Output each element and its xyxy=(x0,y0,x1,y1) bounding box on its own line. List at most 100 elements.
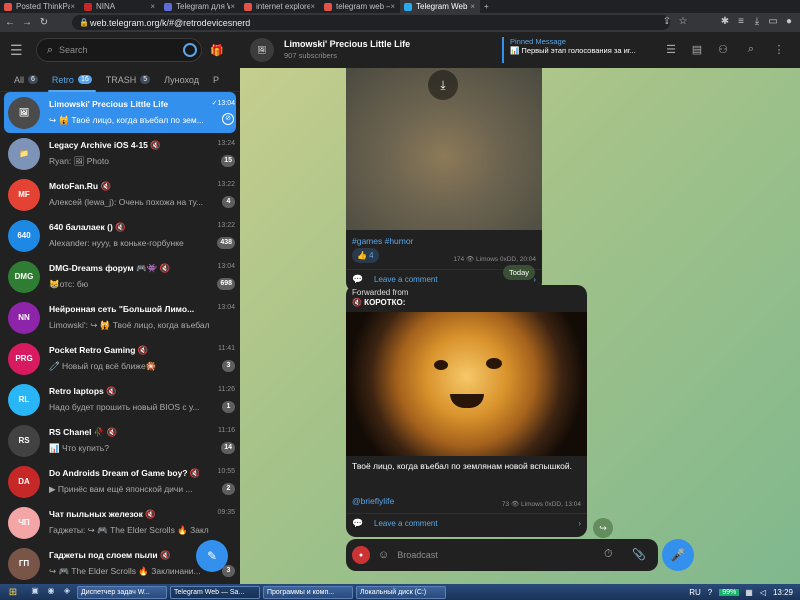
folder-tab-retro[interactable]: Retro 16 xyxy=(47,68,96,92)
sun-photo[interactable] xyxy=(346,312,587,456)
close-icon[interactable]: × xyxy=(390,2,395,11)
star-icon[interactable]: ☆ xyxy=(676,16,690,27)
discussion-icon[interactable]: ▤ xyxy=(690,43,704,56)
emoji-icon[interactable]: ☺ xyxy=(378,549,389,561)
unread-badge: 1 xyxy=(222,400,235,413)
browser-tab-active[interactable]: Telegram Web × xyxy=(400,0,480,13)
avatar[interactable]: ● xyxy=(352,546,370,564)
reload-icon[interactable]: ↻ xyxy=(37,17,51,28)
more-options-icon[interactable]: ⋮ xyxy=(772,43,786,56)
pin-list-icon[interactable]: ☰ xyxy=(664,43,678,56)
reaction-badge[interactable]: 👍 4 xyxy=(352,248,379,263)
unread-badge: 4 xyxy=(222,195,235,208)
gift-icon[interactable]: 🎁 xyxy=(210,44,224,57)
close-icon[interactable]: × xyxy=(150,2,155,11)
chat-time: 09:35 xyxy=(217,508,235,516)
message-composer[interactable]: ● ☺ Broadcast ⏱ 📎 xyxy=(346,539,658,571)
chat-list-item[interactable]: MF MotoFan.Ru 🔇 13:22 Алексей (lewa_j): Оче… xyxy=(4,174,236,215)
forwarded-source[interactable]: 🔇 КОРОТКО: xyxy=(352,298,405,307)
hashtags[interactable]: #games #humor xyxy=(352,236,413,246)
network-icon[interactable]: ▦ xyxy=(745,588,753,597)
browser-tab[interactable]: telegram web — Яндек× xyxy=(320,0,400,13)
chat-preview: Limowski': ↪ 🙀 Твоё лицо, когда въебал..… xyxy=(49,319,209,330)
leave-comment-button[interactable]: 💬 Leave a comment › xyxy=(346,513,587,533)
media-icon[interactable]: ≡ xyxy=(734,16,748,27)
taskbar-button[interactable]: Локальный диск (C:) xyxy=(356,585,446,599)
download-icon[interactable]: ⤓ xyxy=(750,16,764,27)
new-message-button[interactable]: ✎ xyxy=(196,540,228,572)
quicklaunch-icon[interactable]: ◈ xyxy=(60,586,74,598)
search-input[interactable]: ⌕ Search xyxy=(36,38,202,62)
chat-list-item[interactable]: 📁 Legacy Archive iOS 4-15 🔇 13:24 Ryan: 🖼 P… xyxy=(4,133,236,174)
folder-tab-more[interactable]: P xyxy=(213,68,219,92)
pinned-message[interactable]: Pinned Message 📊 Первый этап голосования… xyxy=(502,37,662,63)
tab-title: Telegram Web xyxy=(416,2,468,11)
close-icon[interactable]: × xyxy=(70,2,75,11)
chat-list-item[interactable]: 640 640 балалаек () 🔇 13:22 Alexander: нууу… xyxy=(4,215,236,256)
back-icon[interactable]: ← xyxy=(3,17,17,28)
hamburger-menu-icon[interactable]: ☰ xyxy=(10,42,30,59)
help-icon[interactable]: ? xyxy=(708,588,712,597)
clock[interactable]: 13:29 xyxy=(773,588,793,597)
timer-icon[interactable]: ⏱ xyxy=(604,548,613,561)
share-icon[interactable]: ⇪ xyxy=(660,16,674,27)
browser-tab-bar: Posted ThinkPad R60 w× NINA× Telegram дл… xyxy=(0,0,800,13)
chat-list-item[interactable]: PRG Pocket Retro Gaming 🔇 11:41 🧷 Новый год… xyxy=(4,338,236,379)
sidepanel-icon[interactable]: ▭ xyxy=(766,16,780,27)
taskbar-button[interactable]: Программы и комп... xyxy=(263,585,353,599)
chat-name: Legacy Archive iOS 4-15 🔇 xyxy=(49,139,161,150)
chat-header[interactable]: 🖼 Limowski' Precious Little Life 907 sub… xyxy=(240,32,800,68)
chat-name: MotoFan.Ru 🔇 xyxy=(49,180,112,191)
chat-list-item[interactable]: RL Retro laptops 🔇 11:26 Надо будет прошить… xyxy=(4,379,236,420)
browser-tab[interactable]: Telegram для Windows× xyxy=(160,0,240,13)
profile-icon[interactable]: ● xyxy=(782,16,796,27)
quicklaunch-icon[interactable]: ◉ xyxy=(44,586,58,598)
chat-list-item[interactable]: RS RS Chanel 🥀 🔇 11:16 📊 Что купить? 14 xyxy=(4,420,236,461)
chat-preview: Надо будет прошить новый BIOS с у... xyxy=(49,401,200,412)
new-tab-button[interactable]: + xyxy=(480,0,496,13)
video-chat-icon[interactable]: ⚇ xyxy=(716,43,730,56)
language-indicator[interactable]: RU xyxy=(689,588,701,597)
channel-link[interactable]: @brieflylife xyxy=(352,496,394,506)
browser-tab[interactable]: NINA × xyxy=(80,0,160,13)
battery-indicator[interactable]: 99% xyxy=(719,588,740,596)
close-icon[interactable]: × xyxy=(470,2,475,11)
taskbar-button[interactable]: Telegram Web — Sa... xyxy=(170,585,260,599)
close-icon[interactable]: × xyxy=(230,2,235,11)
chat-list-item[interactable]: ЧП Чат пыльных железок 🔇 09:35 Гаджеты: ↪ 🎮… xyxy=(4,502,236,543)
sidebar: ☰ ⌕ Search 🎁 All 6 Retro 16 TRASH 5 Луноход… xyxy=(0,32,240,584)
attach-icon[interactable]: 📎 xyxy=(632,548,646,561)
chat-list-item[interactable]: DA Do Androids Dream of Game boy? 🔇 10:55 ▶… xyxy=(4,461,236,502)
extensions-icon[interactable]: ✱ xyxy=(718,16,732,27)
channel-avatar[interactable]: 🖼 xyxy=(250,38,274,62)
folder-tab-all[interactable]: All 6 xyxy=(14,68,38,92)
volume-icon[interactable]: ◁ xyxy=(760,588,766,597)
search-icon[interactable]: ⌕ xyxy=(744,43,758,56)
start-button[interactable]: ⊞ xyxy=(0,584,26,600)
quicklaunch-icon[interactable]: ▣ xyxy=(28,586,42,598)
chat-list-item[interactable]: 🖼 Limowski' Precious Little Life ✓13:04 ↪ 🙀… xyxy=(4,92,236,133)
telegram-app: ☰ ⌕ Search 🎁 All 6 Retro 16 TRASH 5 Луноход… xyxy=(0,32,800,584)
address-bar[interactable]: 🔒 web.telegram.org/k/#@retrodevicesnerd xyxy=(72,15,670,30)
folder-tab-trash[interactable]: TRASH 5 xyxy=(106,68,151,92)
taskbar-button[interactable]: Диспетчер задач W... xyxy=(77,585,167,599)
avatar: RL xyxy=(8,383,40,416)
message-post[interactable]: Forwarded from 🔇 КОРОТКО: Твоё лицо, ког… xyxy=(346,285,587,537)
unread-badge: 3 xyxy=(222,359,235,372)
forward-icon[interactable]: → xyxy=(20,17,34,28)
composer-placeholder[interactable]: Broadcast xyxy=(397,550,438,560)
microphone-button[interactable]: 🎤 xyxy=(662,539,694,571)
browser-tab[interactable]: Posted ThinkPad R60 w× xyxy=(0,0,80,13)
close-icon[interactable]: × xyxy=(310,2,315,11)
lock-icon[interactable]: 🔒 xyxy=(78,18,90,27)
chat-preview: ↪ 🎮 The Elder Scrolls 🔥 Заклинани... xyxy=(49,565,201,576)
forward-share-button[interactable]: ↪ xyxy=(593,518,613,538)
chat-list-item[interactable]: DMG DMG-Dreams форум 🎮👾 🔇 13:04 😸отс: бю 698 xyxy=(4,256,236,297)
chat-time: 10:55 xyxy=(217,467,235,475)
download-icon[interactable]: ⤓ xyxy=(428,70,458,100)
chat-list-item[interactable]: NN Нейронная сеть "Большой Лимо... 13:04 Li… xyxy=(4,297,236,338)
folder-tab-lunokhod[interactable]: Луноход xyxy=(164,68,199,92)
message-post[interactable]: ⤓ #games #humor 👍 4 174 👁 Limows 0xDD, 2… xyxy=(346,68,542,292)
channel-title[interactable]: Limowski' Precious Little Life xyxy=(284,39,410,49)
browser-tab[interactable]: internet explorer 9 от× xyxy=(240,0,320,13)
